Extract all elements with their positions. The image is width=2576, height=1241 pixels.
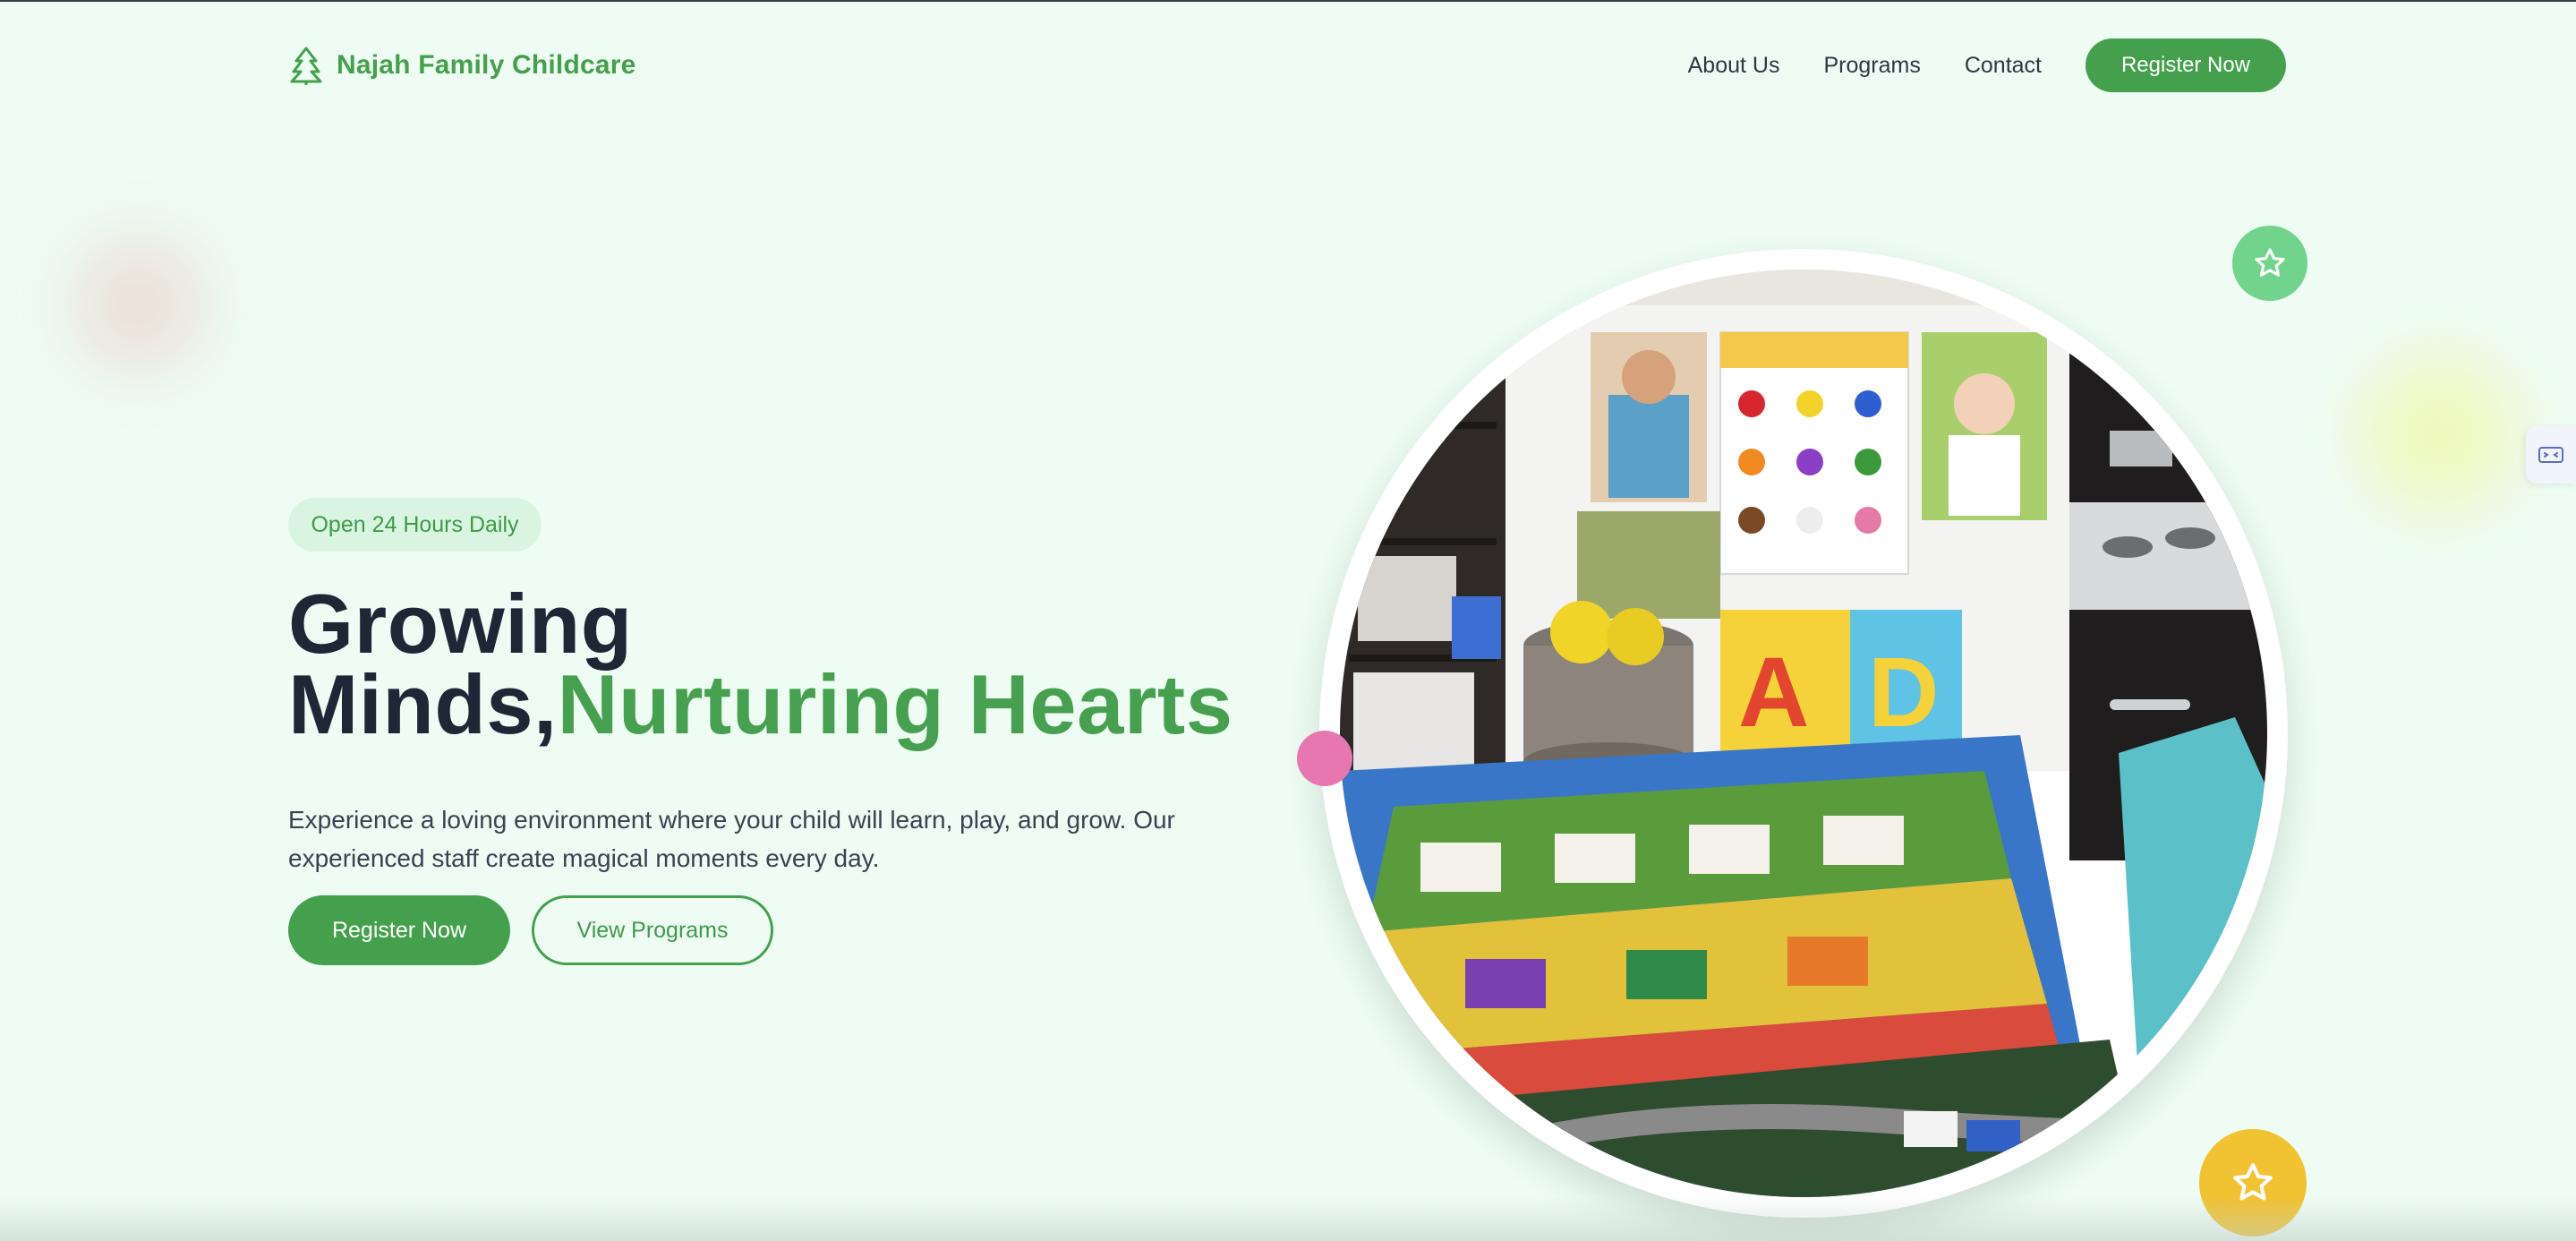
bottom-shadow-fade xyxy=(0,1196,2576,1241)
svg-text:D: D xyxy=(1868,638,1939,748)
decorative-star-badge-top xyxy=(2232,226,2307,301)
navbar: Najah Family Childcare About Us Programs… xyxy=(288,36,2286,95)
brand-logo-link[interactable]: Najah Family Childcare xyxy=(288,41,636,90)
headline-line-2: Minds,Nurturing Hearts xyxy=(288,663,1273,747)
decorative-blob-left xyxy=(49,215,228,394)
star-icon xyxy=(2255,248,2285,277)
headline-line-1: Growing xyxy=(288,577,633,671)
decorative-blob-right xyxy=(2336,331,2542,537)
hero-classroom-photo: A D xyxy=(1340,270,2267,1197)
hero-headline: Growing Minds,Nurturing Hearts xyxy=(288,577,1273,747)
side-widget-tab[interactable] xyxy=(2526,426,2576,484)
nav-link-contact[interactable]: Contact xyxy=(1965,53,2042,79)
register-now-button[interactable]: Register Now xyxy=(288,895,510,965)
view-programs-button[interactable]: View Programs xyxy=(532,895,773,965)
nav-register-button[interactable]: Register Now xyxy=(2086,39,2286,92)
svg-text:A: A xyxy=(1738,638,1809,748)
hours-badge: Open 24 Hours Daily xyxy=(288,498,542,552)
window-top-border xyxy=(0,0,2576,2)
main-nav: About Us Programs Contact Register Now xyxy=(1688,36,2286,95)
decorative-pink-dot xyxy=(1297,731,1352,786)
hero-description: Experience a loving environment where yo… xyxy=(288,806,1175,872)
tree-icon xyxy=(288,46,324,87)
headline-dark-text: Minds, xyxy=(288,657,558,751)
nav-link-programs[interactable]: Programs xyxy=(1823,53,1920,79)
nav-link-about-us[interactable]: About Us xyxy=(1688,53,1780,79)
headline-accent-text: Nurturing Hearts xyxy=(557,657,1233,751)
chat-icon xyxy=(2538,447,2563,463)
brand-name: Najah Family Childcare xyxy=(337,50,636,80)
